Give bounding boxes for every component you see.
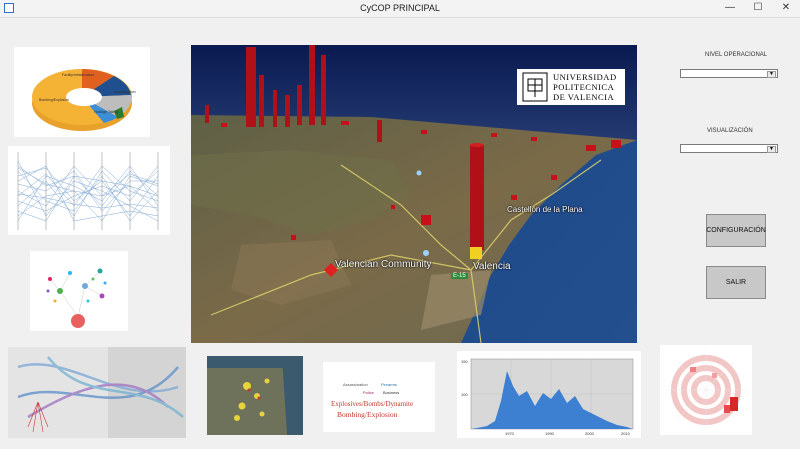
flow-map-thumbnail[interactable] <box>8 347 186 438</box>
parallel-coordinates-chart <box>17 152 159 230</box>
visualizacion-select[interactable]: ▼ <box>680 144 778 153</box>
map-label-castellon: Castellón de la Plana <box>507 205 583 214</box>
university-seal-icon <box>522 72 548 102</box>
area-chart: 150 100 1970 1990 2000 2010 <box>461 358 634 436</box>
word-cloud-word-3: Assassination <box>343 382 368 387</box>
svg-text:1970: 1970 <box>505 431 515 436</box>
maximize-button[interactable]: ☐ <box>744 0 772 16</box>
minimize-button[interactable]: — <box>716 0 744 16</box>
nivel-operacional-label: NIVEL OPERACIONAL <box>705 52 768 58</box>
radial-heatmap <box>666 350 746 430</box>
map-label-valencia: Valencia <box>473 261 511 272</box>
close-button[interactable]: ✕ <box>772 0 800 16</box>
donut-chart: Facility/Infrastructure Bombing/Explosio… <box>32 69 136 131</box>
chevron-down-icon[interactable]: ▼ <box>767 146 776 153</box>
logo-line-2: POLITECNICA <box>553 82 615 92</box>
title-bar: CyCOP PRINCIPAL — ☐ ✕ <box>0 0 800 18</box>
svg-text:100: 100 <box>461 392 468 397</box>
area-chart-thumbnail[interactable]: 150 100 1970 1990 2000 2010 <box>457 351 641 438</box>
svg-text:1990: 1990 <box>545 431 555 436</box>
chevron-down-icon[interactable]: ▼ <box>767 71 776 78</box>
donut-label-hostage: Hostage Taking <box>94 110 118 114</box>
radial-heatmap-thumbnail[interactable] <box>660 345 752 435</box>
parallel-coordinates-thumbnail[interactable] <box>8 146 170 235</box>
configuracion-button[interactable]: CONFIGURACIÓN <box>706 214 766 247</box>
word-cloud-word-2: Bombing/Explosion <box>337 410 398 419</box>
network-graph-thumbnail[interactable] <box>30 251 128 331</box>
visualizacion-label: VISUALIZACIÓN <box>707 128 753 134</box>
university-logo: UNIVERSIDAD POLITECNICA DE VALENCIA <box>517 69 625 105</box>
word-cloud-thumbnail[interactable]: Explosives/Bombs/Dynamite Bombing/Explos… <box>323 362 435 432</box>
donut-label-assassination: Assassination <box>114 90 136 94</box>
flow-map <box>8 347 186 438</box>
nivel-operacional-select[interactable]: ▼ <box>680 69 778 78</box>
map-view[interactable]: UNIVERSIDAD POLITECNICA DE VALENCIA Vale… <box>191 45 637 343</box>
road-sign-e15: E-15 <box>451 273 468 279</box>
word-cloud-word-5: Police <box>363 390 374 395</box>
donut-label-bombing: Bombing/Explosion <box>39 98 69 102</box>
satellite-heatmap <box>207 356 303 435</box>
word-cloud-word-4: Firearms <box>381 382 397 387</box>
word-cloud-word-1: Explosives/Bombs/Dynamite <box>331 400 414 408</box>
map-label-community: Valencian Community <box>335 259 432 270</box>
network-graph <box>46 268 107 328</box>
donut-label-facility: Facility/Infrastructure <box>62 73 95 77</box>
svg-text:2010: 2010 <box>621 431 631 436</box>
salir-button[interactable]: SALIR <box>706 266 766 299</box>
satellite-heatmap-thumbnail[interactable] <box>207 356 303 435</box>
svg-text:150: 150 <box>461 359 468 364</box>
logo-line-1: UNIVERSIDAD <box>553 72 617 82</box>
svg-text:2000: 2000 <box>585 431 595 436</box>
logo-line-3: DE VALENCIA <box>553 92 615 102</box>
window-title: CyCOP PRINCIPAL <box>360 3 440 13</box>
word-cloud-word-6: Business <box>383 390 400 395</box>
donut-chart-thumbnail[interactable]: Facility/Infrastructure Bombing/Explosio… <box>14 47 150 137</box>
